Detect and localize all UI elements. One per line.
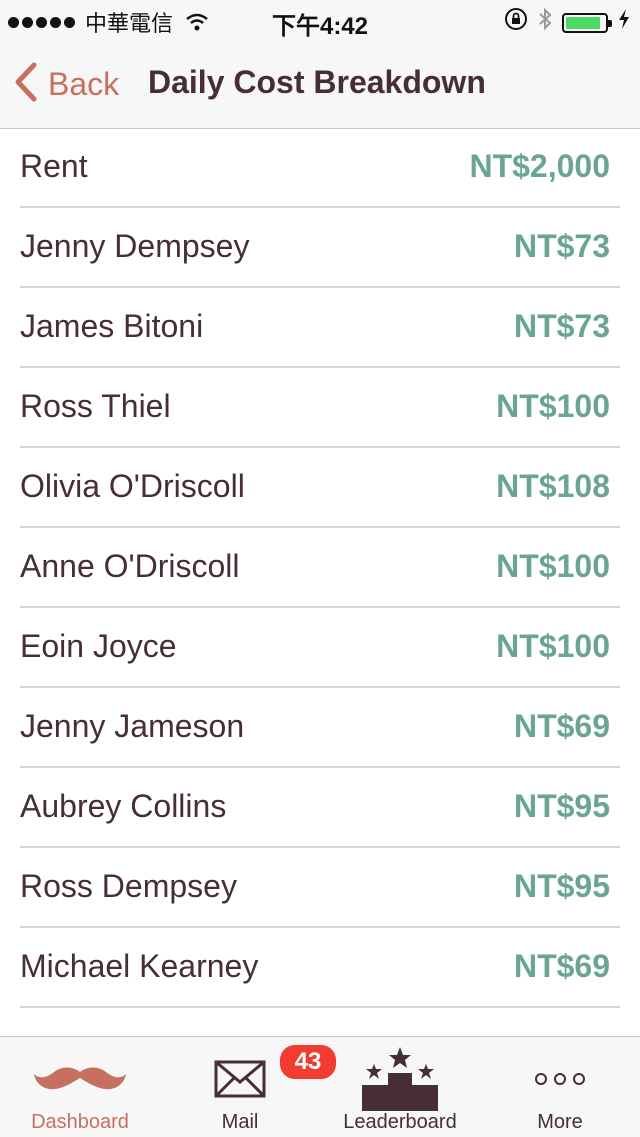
cost-amount: NT$69 xyxy=(513,708,610,744)
back-button[interactable]: Back xyxy=(14,62,119,107)
list-item[interactable]: Ross Dempsey NT$95 xyxy=(20,848,620,928)
tab-label: Mail xyxy=(221,1111,259,1133)
list-item[interactable]: James Bitoni NT$73 xyxy=(20,288,620,368)
page-title: Daily Cost Breakdown xyxy=(148,64,486,100)
person-name: Eoin Joyce xyxy=(20,628,177,664)
person-name: Ross Thiel xyxy=(20,388,171,424)
battery-icon xyxy=(562,12,612,33)
back-label: Back xyxy=(48,66,120,102)
mustache-icon xyxy=(0,1051,160,1107)
battery-level xyxy=(566,16,601,29)
tab-dashboard[interactable]: Dashboard xyxy=(0,1037,160,1137)
person-name: Jenny Dempsey xyxy=(20,228,250,264)
tab-bar: Dashboard 43 Mail Leaderboard More xyxy=(0,1036,640,1137)
cost-amount: NT$69 xyxy=(513,948,610,984)
navigation-bar: Back Daily Cost Breakdown xyxy=(0,40,640,129)
person-name: Aubrey Collins xyxy=(20,788,227,824)
list-item[interactable]: Ross Thiel NT$100 xyxy=(20,368,620,448)
tab-label: Dashboard xyxy=(31,1111,129,1133)
cost-amount: NT$100 xyxy=(496,388,610,424)
cost-amount: NT$100 xyxy=(496,628,610,664)
chevron-left-icon xyxy=(14,62,38,107)
tab-label: More xyxy=(537,1111,583,1133)
cost-amount: NT$73 xyxy=(513,308,610,344)
list-item[interactable]: Eoin Joyce NT$100 xyxy=(20,608,620,688)
tab-leaderboard[interactable]: Leaderboard xyxy=(320,1037,480,1137)
more-dots-icon xyxy=(480,1051,640,1107)
person-name: Anne O'Driscoll xyxy=(20,548,240,584)
person-name: Michael Kearney xyxy=(20,948,259,984)
charging-bolt-icon xyxy=(618,8,630,37)
tab-label: Leaderboard xyxy=(343,1111,457,1133)
list-item[interactable]: Rent NT$2,000 xyxy=(20,128,620,208)
podium-stars-icon xyxy=(320,1047,480,1111)
list-item[interactable]: Jenny Dempsey NT$73 xyxy=(20,208,620,288)
list-item[interactable]: Anne O'Driscoll NT$100 xyxy=(20,528,620,608)
person-name: Jenny Jameson xyxy=(20,708,245,744)
list-item[interactable]: Olivia O'Driscoll NT$108 xyxy=(20,448,620,528)
person-name: Ross Dempsey xyxy=(20,868,237,904)
tab-more[interactable]: More xyxy=(480,1037,640,1137)
cost-amount: NT$73 xyxy=(513,228,610,264)
cost-amount: NT$95 xyxy=(513,788,610,824)
cost-list[interactable]: Rent NT$2,000 Jenny Dempsey NT$73 James Bito… xyxy=(0,128,640,1036)
list-item[interactable]: Aubrey Collins NT$95 xyxy=(20,768,620,848)
cost-amount: NT$108 xyxy=(496,468,610,504)
status-bar: 中華電信 下午4:42 xyxy=(0,0,640,40)
status-right xyxy=(504,7,630,38)
cost-amount: NT$100 xyxy=(496,548,610,584)
list-item[interactable]: Michael Kearney NT$69 xyxy=(20,928,620,1008)
tab-mail[interactable]: 43 Mail xyxy=(160,1037,338,1137)
person-name: Rent xyxy=(20,148,88,184)
cost-amount: NT$2,000 xyxy=(469,148,610,184)
bluetooth-icon xyxy=(538,7,552,38)
cost-amount: NT$95 xyxy=(513,868,610,904)
person-name: Olivia O'Driscoll xyxy=(20,468,245,504)
rotation-lock-icon xyxy=(504,7,528,38)
list-item[interactable]: Jenny Jameson NT$69 xyxy=(20,688,620,768)
person-name: James Bitoni xyxy=(20,308,204,344)
